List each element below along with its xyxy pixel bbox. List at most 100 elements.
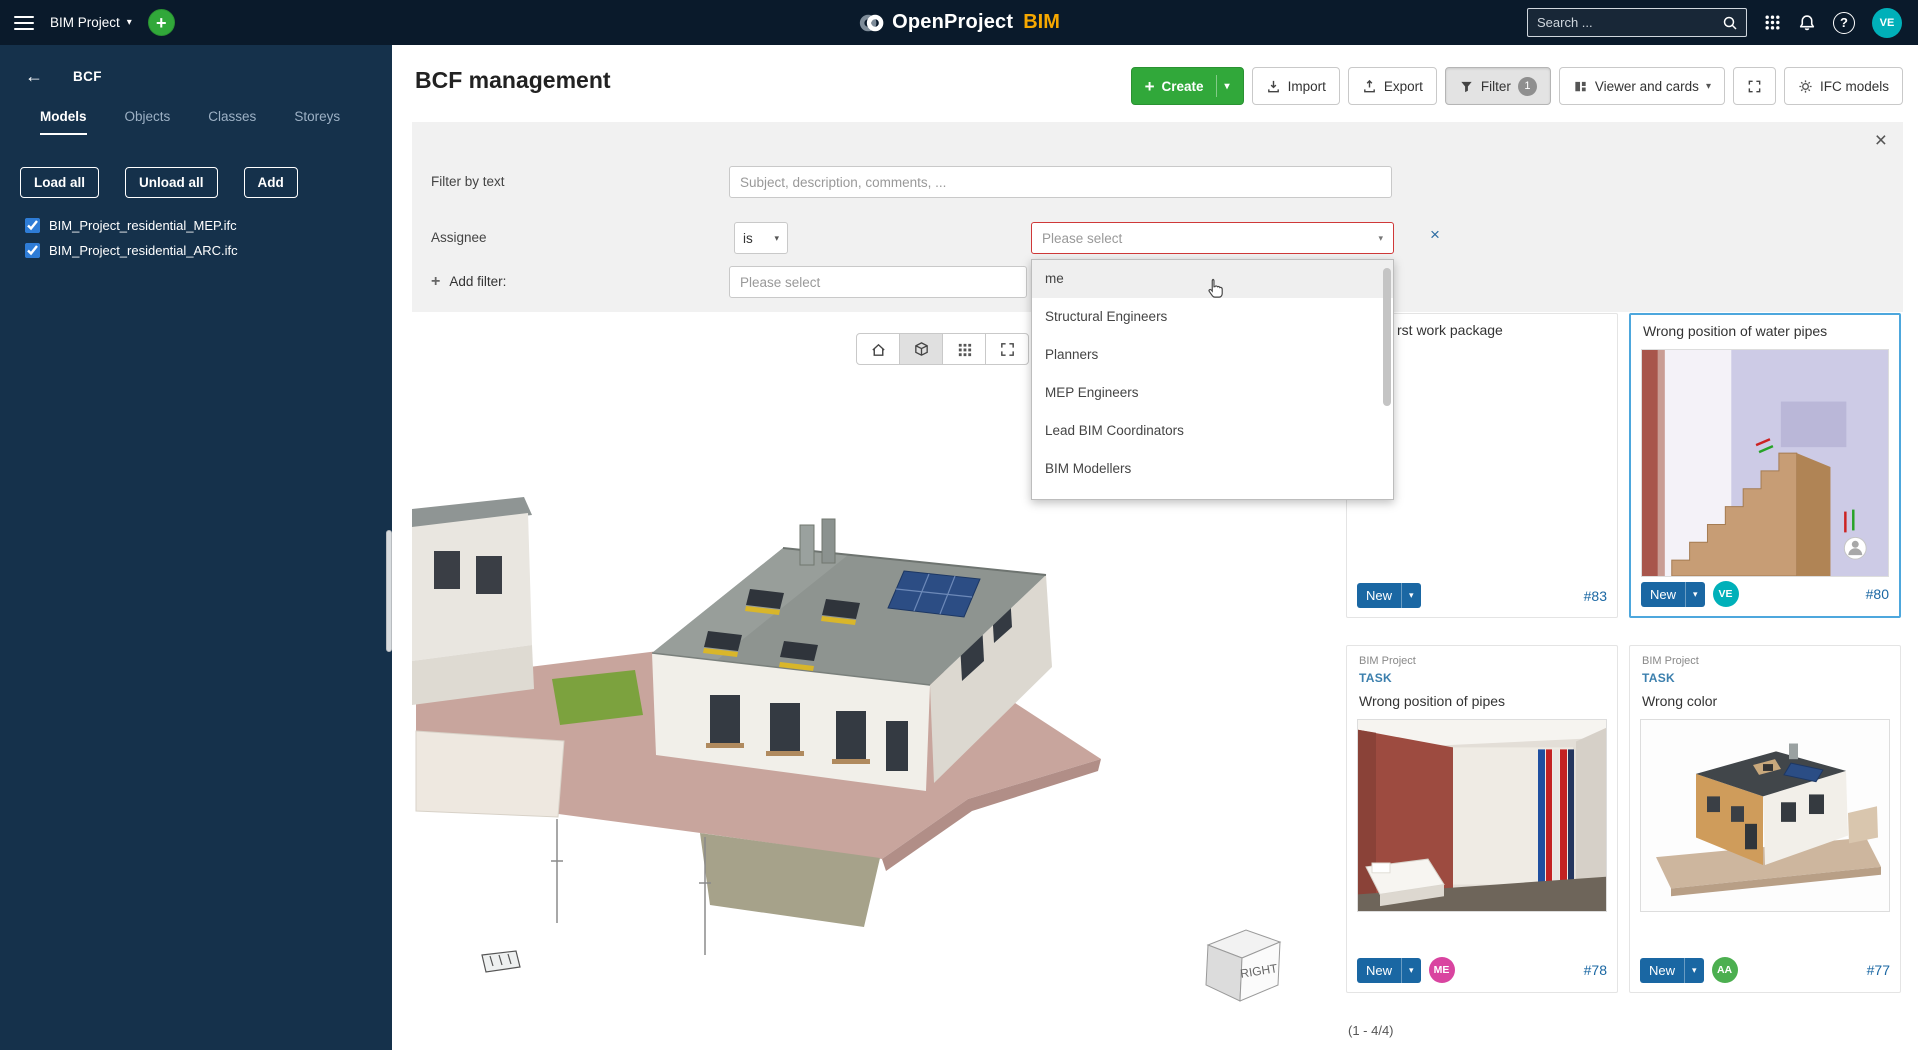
filter-button[interactable]: Filter 1 xyxy=(1445,67,1551,105)
viewer-mode-button[interactable]: Viewer and cards ▾ xyxy=(1559,67,1725,105)
chevron-down-icon: ▾ xyxy=(1685,582,1705,607)
unload-all-button[interactable]: Unload all xyxy=(125,167,218,198)
card-snapshot[interactable] xyxy=(1357,719,1607,912)
work-package-id[interactable]: #78 xyxy=(1584,962,1607,978)
add-filter-placeholder: Please select xyxy=(740,275,820,290)
status-button[interactable]: New ▾ xyxy=(1640,958,1704,983)
assignee-value-select[interactable]: Please select ▾ xyxy=(1031,222,1394,254)
import-button[interactable]: Import xyxy=(1252,67,1340,105)
create-button[interactable]: + Create ▾ xyxy=(1131,67,1244,105)
status-label: New xyxy=(1641,582,1685,607)
chevron-down-icon: ▾ xyxy=(1706,81,1711,92)
status-button[interactable]: New ▾ xyxy=(1357,958,1421,983)
scrollbar-thumb[interactable] xyxy=(1383,268,1391,406)
tab-objects[interactable]: Objects xyxy=(125,109,171,135)
dropdown-option[interactable]: Planners xyxy=(1032,336,1393,374)
card-type-label: TASK xyxy=(1347,667,1617,685)
viewer-grid-button[interactable] xyxy=(942,333,986,365)
tab-models[interactable]: Models xyxy=(40,109,87,135)
project-selector[interactable]: BIM Project ▾ xyxy=(50,15,132,30)
work-package-card-selected[interactable]: Wrong position of water pipes xyxy=(1629,313,1901,618)
work-package-id[interactable]: #77 xyxy=(1867,962,1890,978)
dropdown-scrollbar[interactable] xyxy=(1383,264,1391,495)
assignee-avatar: AA xyxy=(1712,957,1738,983)
card-snapshot[interactable] xyxy=(1640,719,1890,912)
create-label: Create xyxy=(1162,79,1204,94)
viewer-fullscreen-button[interactable] xyxy=(985,333,1029,365)
load-all-button[interactable]: Load all xyxy=(20,167,99,198)
plus-icon: + xyxy=(431,266,440,298)
export-icon xyxy=(1362,79,1377,94)
cube-icon xyxy=(913,341,930,358)
fullscreen-button[interactable] xyxy=(1733,67,1776,105)
home-icon xyxy=(870,341,887,358)
add-filter-label[interactable]: + Add filter: xyxy=(431,266,506,298)
quick-add-button[interactable]: + xyxy=(148,9,175,36)
filter-text-input[interactable] xyxy=(729,166,1392,198)
app-logo[interactable]: OpenProject BIM xyxy=(858,10,1060,36)
house-snapshot xyxy=(1641,720,1889,911)
logo-text: OpenProject xyxy=(892,11,1013,34)
modules-grid-icon[interactable] xyxy=(1764,14,1781,31)
sidebar: ← BCF Models Objects Classes Storeys Loa… xyxy=(0,45,392,1050)
dropdown-option[interactable]: Lead BIM Coordinators xyxy=(1032,412,1393,450)
sidebar-tabs: Models Objects Classes Storeys xyxy=(40,109,340,135)
dropdown-option[interactable]: MEP Engineers xyxy=(1032,374,1393,412)
work-package-id[interactable]: #83 xyxy=(1584,588,1607,604)
pagination-label: (1 - 4/4) xyxy=(1348,1023,1394,1038)
assignee-options-dropdown: me Structural Engineers Planners MEP Eng… xyxy=(1031,259,1394,500)
pipes-room-snapshot xyxy=(1358,720,1606,911)
sidebar-resize-handle[interactable] xyxy=(386,530,392,652)
filter-funnel-icon xyxy=(1459,79,1474,94)
export-button[interactable]: Export xyxy=(1348,67,1437,105)
chevron-down-icon: ▾ xyxy=(1378,233,1383,244)
filter-by-text-label: Filter by text xyxy=(431,166,505,198)
operator-value: is xyxy=(743,231,753,246)
dropdown-option[interactable]: BIM Modellers xyxy=(1032,450,1393,488)
assignee-placeholder: Please select xyxy=(1042,231,1122,246)
help-icon[interactable]: ? xyxy=(1833,12,1855,34)
ifc-models-button[interactable]: IFC models xyxy=(1784,67,1903,105)
back-arrow-icon[interactable]: ← xyxy=(25,67,43,85)
work-package-card[interactable]: BIM Project TASK Wrong color xyxy=(1629,645,1901,993)
tab-classes[interactable]: Classes xyxy=(208,109,256,135)
viewer-home-button[interactable] xyxy=(856,333,900,365)
assignee-filter-label: Assignee xyxy=(431,222,487,254)
chevron-down-icon: ▾ xyxy=(774,233,779,244)
status-button[interactable]: New ▾ xyxy=(1641,582,1705,607)
dropdown-option[interactable]: Structural Engineers xyxy=(1032,298,1393,336)
card-title[interactable]: Wrong color xyxy=(1630,685,1900,709)
card-title[interactable]: Wrong position of pipes xyxy=(1347,685,1617,709)
add-model-button[interactable]: Add xyxy=(244,167,298,198)
viewer-mode-label: Viewer and cards xyxy=(1595,79,1699,94)
plus-icon: + xyxy=(156,14,167,32)
status-button[interactable]: New ▾ xyxy=(1357,583,1421,608)
viewer-3d-mode-button[interactable] xyxy=(899,333,943,365)
model-checkbox[interactable] xyxy=(25,243,40,258)
model-checkbox[interactable] xyxy=(25,218,40,233)
work-package-id[interactable]: #80 xyxy=(1866,586,1889,602)
search-icon[interactable] xyxy=(1722,15,1738,31)
import-label: Import xyxy=(1288,79,1326,94)
card-snapshot[interactable] xyxy=(1641,349,1889,577)
page-title: BCF management xyxy=(415,67,611,94)
logo-text-bim: BIM xyxy=(1023,11,1060,34)
work-package-card[interactable]: BIM Project TASK Wrong position of pipes xyxy=(1346,645,1618,993)
cursor-pointer-icon xyxy=(1204,276,1227,301)
model-name: BIM_Project_residential_MEP.ifc xyxy=(49,218,237,233)
assignee-avatar: VE xyxy=(1713,581,1739,607)
model-list: BIM_Project_residential_MEP.ifc BIM_Proj… xyxy=(25,218,384,258)
close-filter-icon[interactable]: × xyxy=(1875,130,1887,151)
status-label: New xyxy=(1640,958,1684,983)
notifications-bell-icon[interactable] xyxy=(1798,14,1816,32)
card-title[interactable]: Wrong position of water pipes xyxy=(1631,315,1899,339)
navigation-cube[interactable]: RIGHT xyxy=(1190,915,1290,1015)
search-input[interactable] xyxy=(1528,15,1722,30)
export-label: Export xyxy=(1384,79,1423,94)
user-avatar[interactable]: VE xyxy=(1872,8,1902,38)
add-filter-select[interactable]: Please select xyxy=(729,266,1027,298)
tab-storeys[interactable]: Storeys xyxy=(294,109,340,135)
assignee-operator-select[interactable]: is ▾ xyxy=(734,222,788,254)
hamburger-menu-icon[interactable] xyxy=(14,16,34,30)
remove-filter-icon[interactable]: × xyxy=(1430,226,1440,243)
